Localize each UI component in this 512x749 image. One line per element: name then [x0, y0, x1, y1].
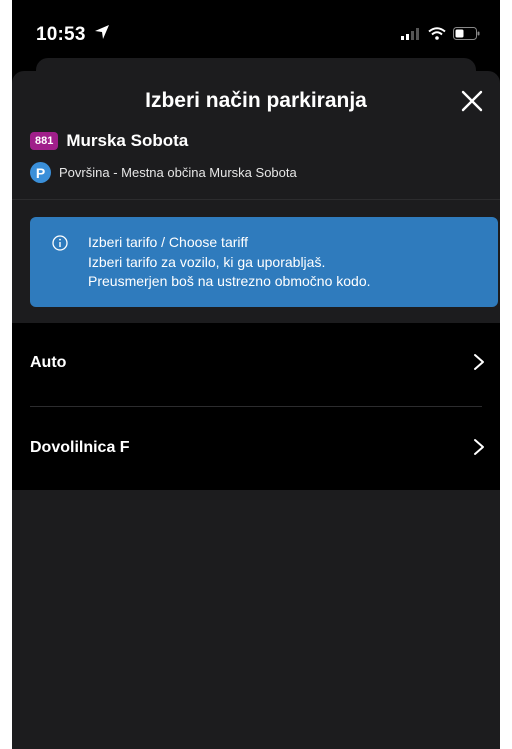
divider — [12, 199, 500, 200]
sheet-title: Izberi način parkiranja — [145, 89, 367, 112]
parking-icon: P — [30, 162, 51, 183]
option-dovolilnica-f[interactable]: Dovolilnica F — [12, 408, 500, 490]
zone-name: Murska Sobota — [66, 131, 189, 150]
battery-icon — [453, 27, 480, 45]
close-icon — [461, 90, 483, 112]
location-arrow-icon — [94, 24, 110, 46]
info-text-line-2: Preusmerjen boš na ustrezno območno kodo… — [88, 273, 371, 289]
place-text: Površina - Mestna občina Murska Sobota — [59, 165, 297, 180]
option-auto[interactable]: Auto — [12, 323, 500, 407]
list-divider — [30, 406, 482, 407]
chevron-right-icon — [472, 437, 486, 457]
info-text-line-1: Izberi tarifo za vozilo, ki ga uporablja… — [88, 254, 326, 270]
close-button[interactable] — [458, 87, 486, 115]
tariff-info-box: Izberi tarifo / Choose tariff Izberi tar… — [30, 217, 498, 307]
option-label: Dovolilnica F — [30, 439, 130, 456]
status-icons — [401, 27, 480, 45]
signal-icon — [401, 27, 421, 45]
parking-mode-sheet: Izberi način parkiranja 881 Murska Sobot… — [12, 71, 500, 749]
tariff-options-list: Auto Dovolilnica F — [12, 323, 500, 490]
info-title: Izberi tarifo / Choose tariff — [88, 234, 249, 250]
phone-screen: 10:53 Izberi način parkiranja 881 Murska… — [12, 0, 500, 749]
place-row: P Površina - Mestna občina Murska Sobota — [30, 162, 297, 183]
status-time-text: 10:53 — [36, 24, 86, 46]
status-time: 10:53 — [36, 24, 110, 46]
option-label: Auto — [30, 354, 67, 371]
chevron-right-icon — [472, 352, 486, 372]
wifi-icon — [428, 27, 446, 45]
status-bar: 10:53 — [12, 0, 500, 64]
zone-code-badge: 881 — [30, 132, 59, 150]
zone-row: 881 Murska Sobota — [30, 131, 188, 151]
info-icon — [52, 235, 68, 251]
